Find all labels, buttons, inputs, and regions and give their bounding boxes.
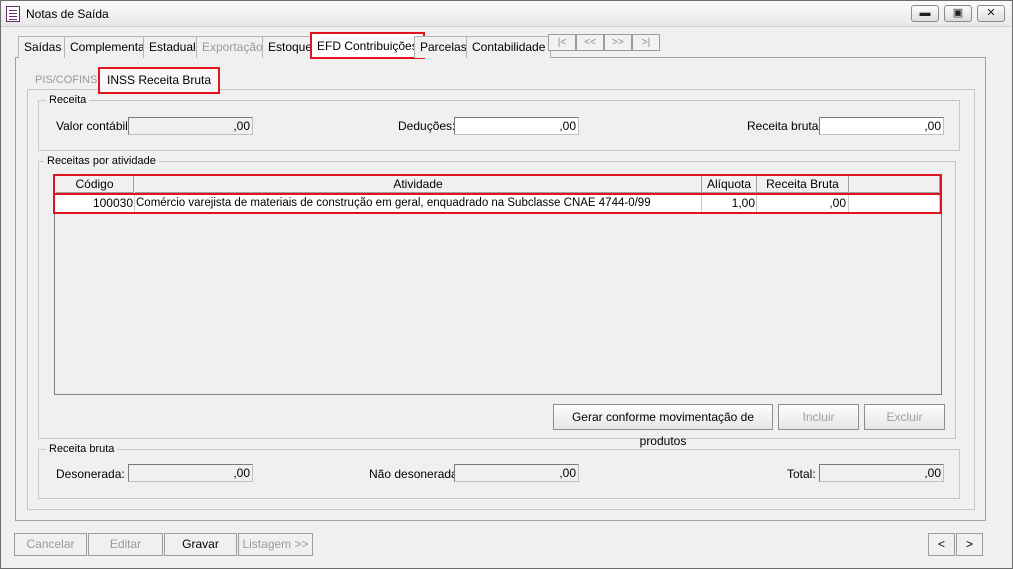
total-field[interactable]: ,00 <box>819 464 944 482</box>
first-record-button[interactable]: |< <box>548 34 576 51</box>
next-button[interactable]: > <box>956 533 983 556</box>
receita-bruta-group-title: Receita bruta <box>46 443 118 455</box>
last-record-button[interactable]: >| <box>632 34 660 51</box>
restore-button[interactable]: ▣ <box>944 5 972 22</box>
tab-parcelas[interactable]: Parcelas <box>414 36 473 58</box>
deducoes-label: Deduções: <box>398 119 456 133</box>
subtab-pis-cofins[interactable]: PIS/COFINS <box>31 72 101 90</box>
valor-contabil-label: Valor contábil: <box>56 119 132 133</box>
gerar-movimentacao-button[interactable]: Gerar conforme movimentação de produtos <box>553 404 773 448</box>
total-label: Total: <box>787 467 816 481</box>
cancelar-button[interactable]: Cancelar <box>14 533 87 556</box>
incluir-button[interactable]: Incluir <box>778 404 859 430</box>
desonerada-field[interactable]: ,00 <box>128 464 253 482</box>
deducoes-field[interactable]: ,00 <box>454 117 579 135</box>
tab-contabilidade[interactable]: Contabilidade <box>466 36 552 58</box>
previous-button[interactable]: < <box>928 533 955 556</box>
editar-button[interactable]: Editar <box>88 533 163 556</box>
tab-saidas[interactable]: Saídas <box>18 36 68 58</box>
atividades-group-title: Receitas por atividade <box>44 155 159 167</box>
gravar-button[interactable]: Gravar <box>164 533 237 556</box>
listagem-button[interactable]: Listagem >> <box>238 533 313 556</box>
next-record-button[interactable]: >> <box>604 34 632 51</box>
row-highlight-box <box>53 193 942 214</box>
title-bar[interactable] <box>1 1 1011 27</box>
receita-bruta-label: Receita bruta: <box>747 119 822 133</box>
document-app-icon <box>6 6 20 22</box>
tab-exportacao[interactable]: Exportação <box>196 36 269 58</box>
tab-efd-contribuicoes[interactable]: EFD Contribuições <box>310 32 425 59</box>
valor-contabil-field[interactable]: ,00 <box>128 117 253 135</box>
minimize-button[interactable]: ▬ <box>911 5 939 22</box>
receita-bruta-field[interactable]: ,00 <box>819 117 944 135</box>
nao-desonerada-label: Não desonerada: <box>369 467 462 481</box>
tab-estadual[interactable]: Estadual <box>143 36 202 58</box>
receita-group-title: Receita <box>46 94 90 106</box>
excluir-button[interactable]: Excluir <box>864 404 945 430</box>
window-title: Notas de Saída <box>26 7 109 21</box>
prev-record-button[interactable]: << <box>576 34 604 51</box>
nao-desonerada-field[interactable]: ,00 <box>454 464 579 482</box>
desonerada-label: Desonerada: <box>56 467 125 481</box>
subtab-inss-receita-bruta[interactable]: INSS Receita Bruta <box>98 67 221 94</box>
header-highlight-box <box>53 174 942 195</box>
tab-complementar[interactable]: Complementar <box>64 36 155 58</box>
close-button[interactable]: ✕ <box>977 5 1005 22</box>
